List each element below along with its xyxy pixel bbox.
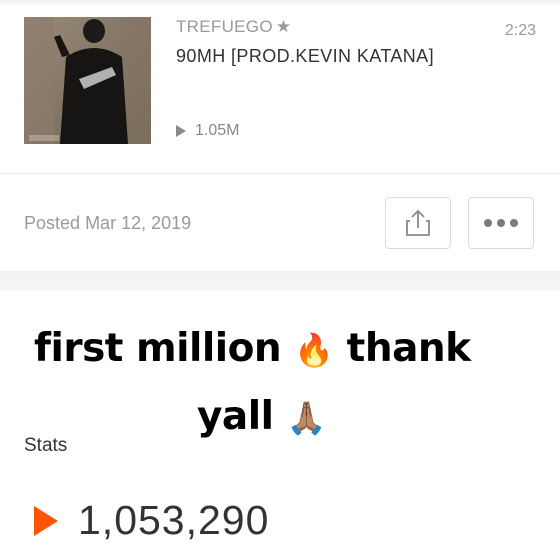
more-icon [484, 219, 518, 227]
artwork-image [24, 17, 151, 144]
posted-date-value: Mar 12, 2019 [85, 213, 192, 233]
track-title[interactable]: 90MH [PROD.KEVIN KATANA] [176, 46, 434, 67]
caption-line-1: first million 🔥 thank [34, 326, 471, 371]
star-icon: ★ [275, 17, 292, 36]
more-button[interactable] [468, 197, 534, 249]
play-icon [176, 125, 186, 137]
total-plays-value: 1,053,290 [78, 497, 270, 543]
play-icon [34, 505, 58, 536]
share-icon [406, 209, 430, 236]
screen: TREFUEGO ★ 90MH [PROD.KEVIN KATANA] 2:23 … [0, 0, 560, 560]
posted-label: Posted [24, 213, 81, 233]
play-count-value: 1.05M [195, 122, 240, 139]
total-plays: 1,053,290 [34, 497, 269, 544]
track-duration: 2:23 [504, 22, 536, 39]
track-card[interactable]: TREFUEGO ★ 90MH [PROD.KEVIN KATANA] 2:23 … [0, 0, 560, 172]
praying-hands-emoji-icon: 🙏🏽 [286, 399, 327, 437]
artist-label: TREFUEGO [176, 17, 273, 36]
caption-text-1: first million [34, 326, 282, 371]
play-count: 1.05M [176, 122, 239, 140]
caption-text-2: thank [346, 326, 471, 371]
section-separator [0, 271, 560, 291]
caption-line-2: yall 🙏🏽 [197, 394, 326, 439]
track-artwork[interactable] [24, 17, 151, 144]
stats-heading: Stats [24, 435, 68, 456]
fire-emoji-icon: 🔥 [294, 331, 334, 369]
artist-name[interactable]: TREFUEGO ★ [176, 17, 291, 37]
caption-text-3: yall [197, 394, 274, 439]
post-info-row: Posted Mar 12, 2019 [0, 174, 560, 270]
share-button[interactable] [385, 197, 451, 249]
posted-date: Posted Mar 12, 2019 [24, 213, 191, 234]
